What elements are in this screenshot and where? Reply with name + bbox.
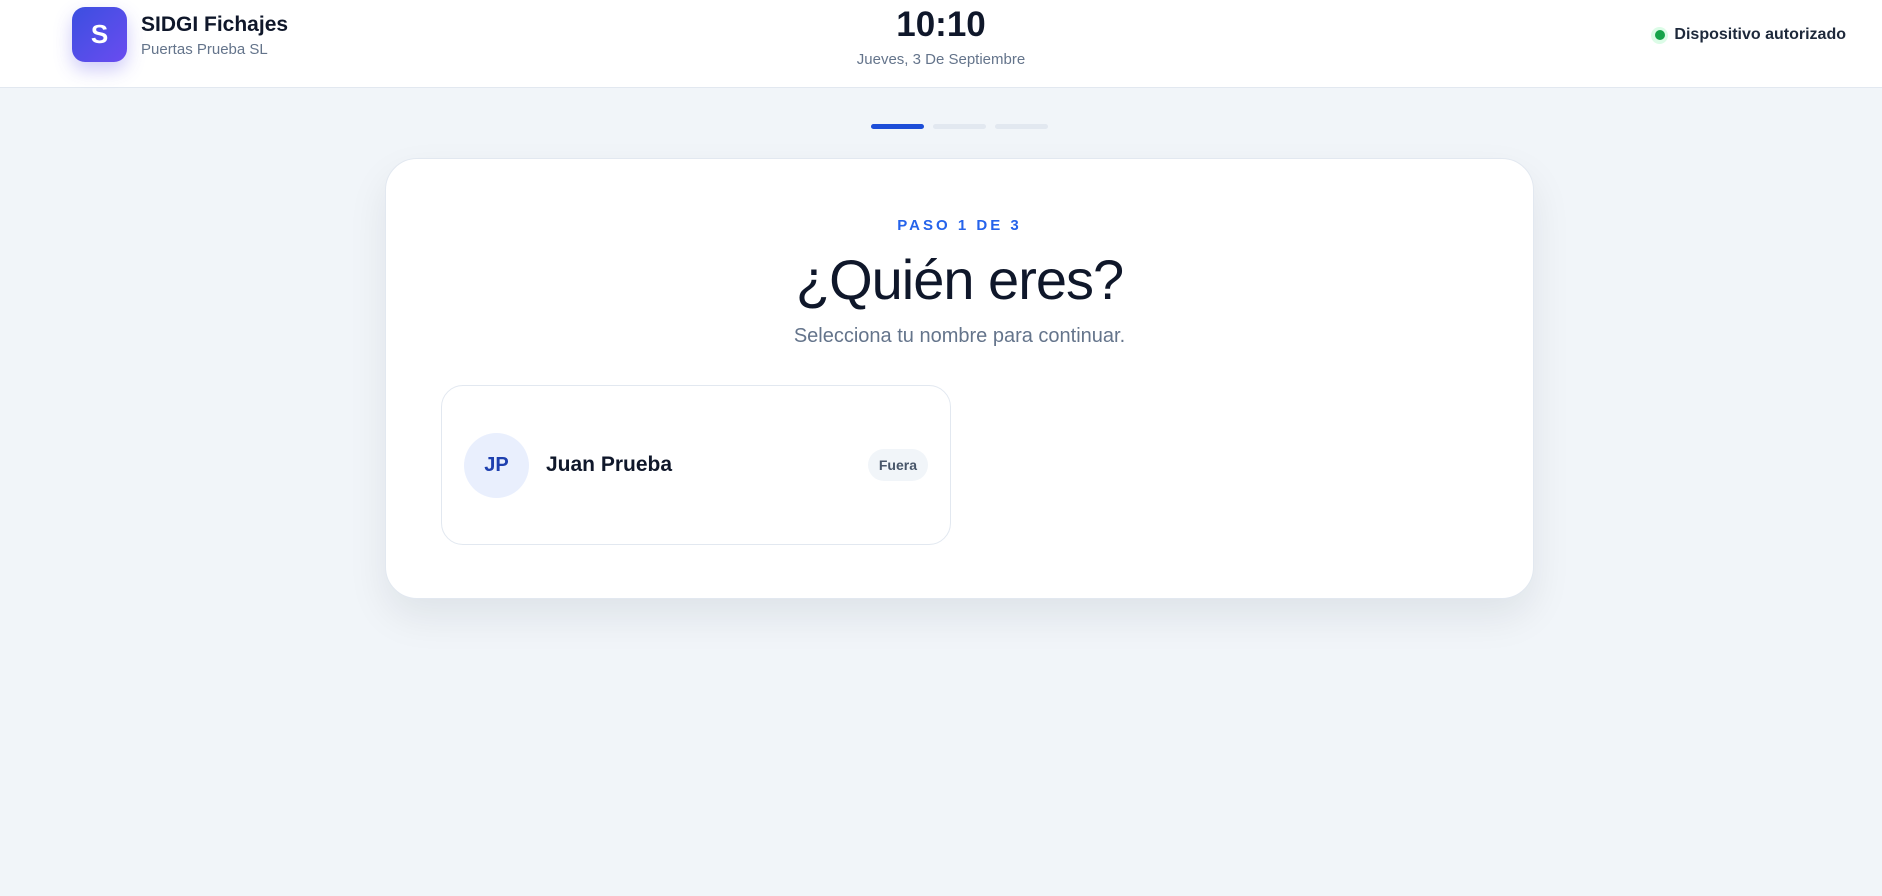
step-indicator-2 xyxy=(933,124,986,129)
status-badge: Fuera xyxy=(867,449,928,481)
avatar: JP xyxy=(464,432,529,498)
brand-text: SIDGI Fichajes Puertas Prueba SL xyxy=(141,12,288,58)
step-indicator-1 xyxy=(871,124,924,129)
brand: S SIDGI Fichajes Puertas Prueba SL xyxy=(72,7,288,62)
selection-card: PASO 1 DE 3 ¿Quién eres? Selecciona tu n… xyxy=(385,158,1534,599)
current-date: Jueves, 3 De Septiembre xyxy=(856,51,1026,68)
step-progress xyxy=(871,124,1048,129)
company-name: Puertas Prueba SL xyxy=(141,40,268,58)
logo-letter: S xyxy=(90,19,109,49)
page-subtitle: Selecciona tu nombre para continuar. xyxy=(793,325,1126,347)
device-status: Dispositivo autorizado xyxy=(1651,26,1846,44)
employee-card[interactable]: JP Juan Prueba Fuera xyxy=(441,385,951,545)
status-dot-icon xyxy=(1651,26,1669,44)
step-label: PASO 1 DE 3 xyxy=(897,217,1022,234)
clock: 10:10 Jueves, 3 De Septiembre xyxy=(841,4,1041,68)
employee-name: Juan Prueba xyxy=(546,453,673,476)
step-indicator-3 xyxy=(995,124,1048,129)
app-name: SIDGI Fichajes xyxy=(141,12,289,36)
current-time: 10:10 xyxy=(896,5,986,44)
page-title: ¿Quién eres? xyxy=(795,248,1124,311)
device-status-label: Dispositivo autorizado xyxy=(1674,26,1846,43)
top-bar: S SIDGI Fichajes Puertas Prueba SL 10:10… xyxy=(0,0,1882,88)
app-logo: S xyxy=(72,7,127,62)
